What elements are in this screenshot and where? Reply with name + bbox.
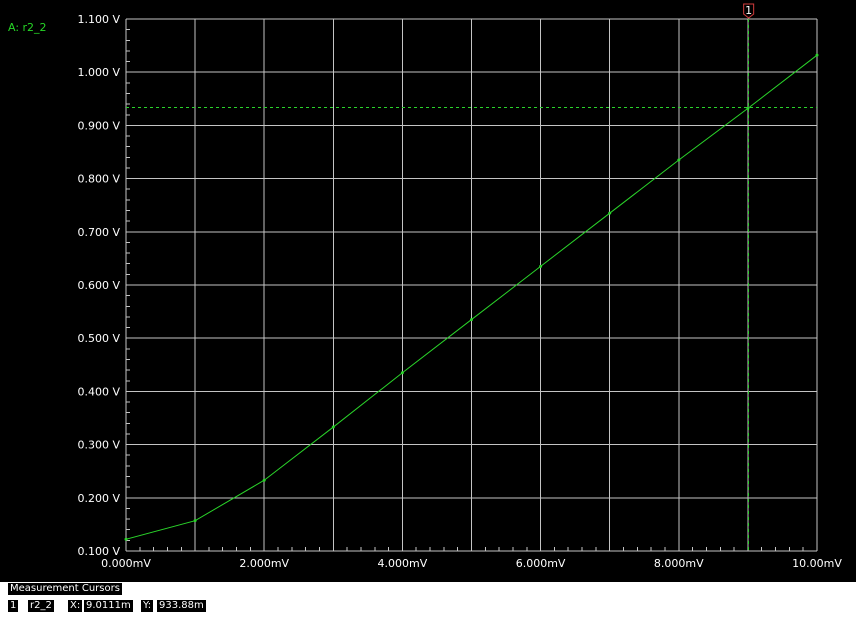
oscilloscope-view: 0.100 V 0.200 V 0.300 V 0.400 V 0.500 V 0.600…: [0, 0, 856, 582]
measurement-cursors-title: Measurement Cursors: [8, 583, 122, 595]
x-tick-label: 0.000mV: [101, 557, 151, 570]
cursor-y-value: 933.88m: [157, 600, 206, 612]
x-tick-label: 6.000mV: [516, 557, 566, 570]
y-tick-label: 0.200 V: [77, 492, 120, 505]
measurement-cursors-panel: Measurement Cursors 1 r2_2 X: 9.0111m Y:…: [0, 582, 856, 642]
x-tick-label: 10.00mV: [792, 557, 842, 570]
cursor-trace-name: r2_2: [28, 600, 54, 612]
y-tick-label: 1.100 V: [77, 13, 120, 26]
cursor-x-label: X:: [68, 600, 83, 612]
y-tick-label: 1.000 V: [77, 66, 120, 79]
data-point: [815, 53, 819, 57]
y-tick-label: 0.600 V: [77, 279, 120, 292]
trace-label: A: r2_2: [8, 21, 47, 34]
data-point: [193, 519, 197, 523]
data-point: [677, 158, 681, 162]
y-tick-label: 0.300 V: [77, 439, 120, 452]
cursor-id: 1: [8, 600, 19, 612]
data-point: [746, 106, 750, 110]
data-point: [400, 371, 404, 375]
data-point: [539, 264, 543, 268]
cursor-x-value: 9.0111m: [84, 600, 133, 612]
plot-area: 0.100 V0.200 V0.300 V0.400 V0.500 V0.600…: [77, 3, 842, 570]
x-tick-label: 4.000mV: [378, 557, 428, 570]
cursor-y-label: Y:: [141, 600, 154, 612]
y-tick-label: 0.700 V: [77, 226, 120, 239]
cursor-marker-label: 1: [745, 4, 752, 17]
y-tick-label: 0.800 V: [77, 173, 120, 186]
data-point: [331, 425, 335, 429]
data-point: [124, 537, 128, 541]
y-tick-label: 0.500 V: [77, 332, 120, 345]
y-tick-label: 0.900 V: [77, 119, 120, 132]
data-point: [262, 478, 266, 482]
data-point: [608, 211, 612, 215]
data-point: [470, 318, 473, 322]
y-tick-label: 0.400 V: [77, 385, 120, 398]
x-tick-label: 8.000mV: [654, 557, 704, 570]
x-tick-label: 2.000mV: [239, 557, 289, 570]
